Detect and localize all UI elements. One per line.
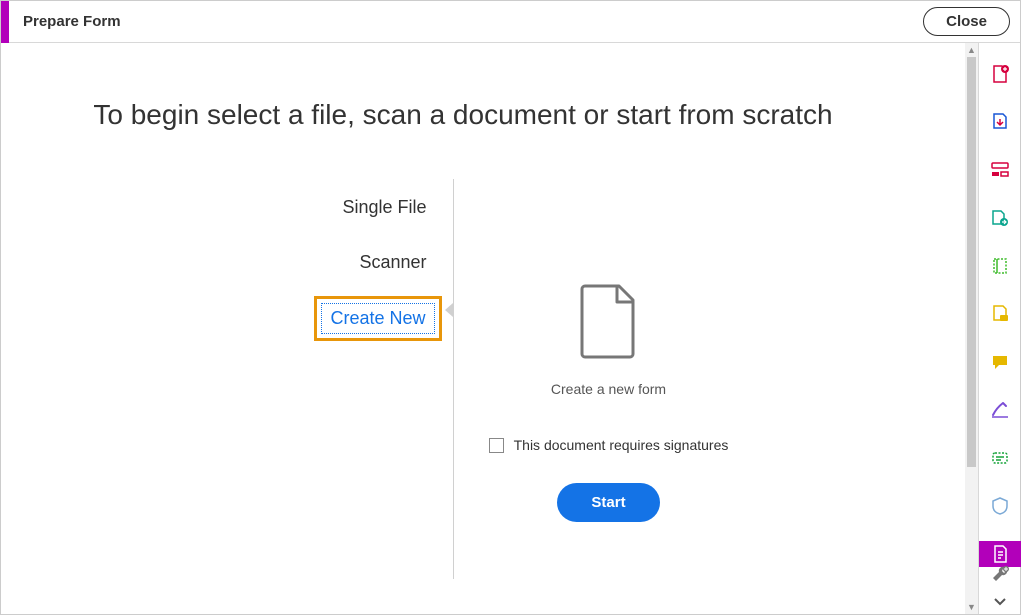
vertical-divider (453, 179, 454, 579)
panel-title: Prepare Form (1, 13, 121, 30)
option-scanner[interactable]: Scanner (351, 248, 434, 277)
main-heading: To begin select a file, scan a document … (1, 99, 965, 131)
body-area: To begin select a file, scan a document … (1, 43, 1020, 614)
combine-files-icon[interactable] (979, 205, 1021, 231)
scroll-up-arrow-icon[interactable]: ▲ (965, 43, 978, 57)
option-create-new[interactable]: Create New (321, 303, 434, 334)
scroll-down-arrow-icon[interactable]: ▼ (965, 600, 978, 614)
right-tool-rail (978, 43, 1020, 614)
option-detail-panel: Create a new form This document requires… (454, 179, 764, 579)
protect-icon[interactable] (979, 493, 1021, 519)
chevron-down-icon[interactable] (979, 594, 1021, 608)
vertical-scrollbar[interactable]: ▲ ▼ (965, 43, 978, 614)
edit-pdf-icon[interactable] (979, 157, 1021, 183)
send-comments-icon[interactable] (979, 301, 1021, 327)
organize-pages-icon[interactable] (979, 253, 1021, 279)
start-button[interactable]: Start (557, 483, 659, 522)
tools-wrench-icon[interactable] (979, 564, 1021, 584)
source-option-list: Single File Scanner Create New (163, 179, 453, 579)
signatures-checkbox[interactable] (489, 438, 504, 453)
close-button[interactable]: Close (923, 7, 1010, 36)
comment-icon[interactable] (979, 349, 1021, 375)
option-single-file[interactable]: Single File (334, 193, 434, 222)
detail-caption: Create a new form (551, 381, 666, 397)
fill-sign-icon[interactable] (979, 397, 1021, 423)
main-panel: To begin select a file, scan a document … (1, 43, 965, 614)
scan-ocr-icon[interactable] (979, 445, 1021, 471)
signatures-checkbox-row: This document requires signatures (489, 437, 729, 453)
header-bar: Prepare Form Close (1, 1, 1020, 43)
header-accent (1, 1, 9, 43)
options-row: Single File Scanner Create New Create a … (1, 179, 965, 579)
export-pdf-icon[interactable] (979, 109, 1021, 135)
scroll-thumb[interactable] (967, 57, 976, 467)
signatures-label: This document requires signatures (514, 437, 729, 453)
rail-bottom-group (979, 564, 1020, 608)
create-pdf-icon[interactable] (979, 61, 1021, 87)
file-icon (579, 283, 639, 359)
